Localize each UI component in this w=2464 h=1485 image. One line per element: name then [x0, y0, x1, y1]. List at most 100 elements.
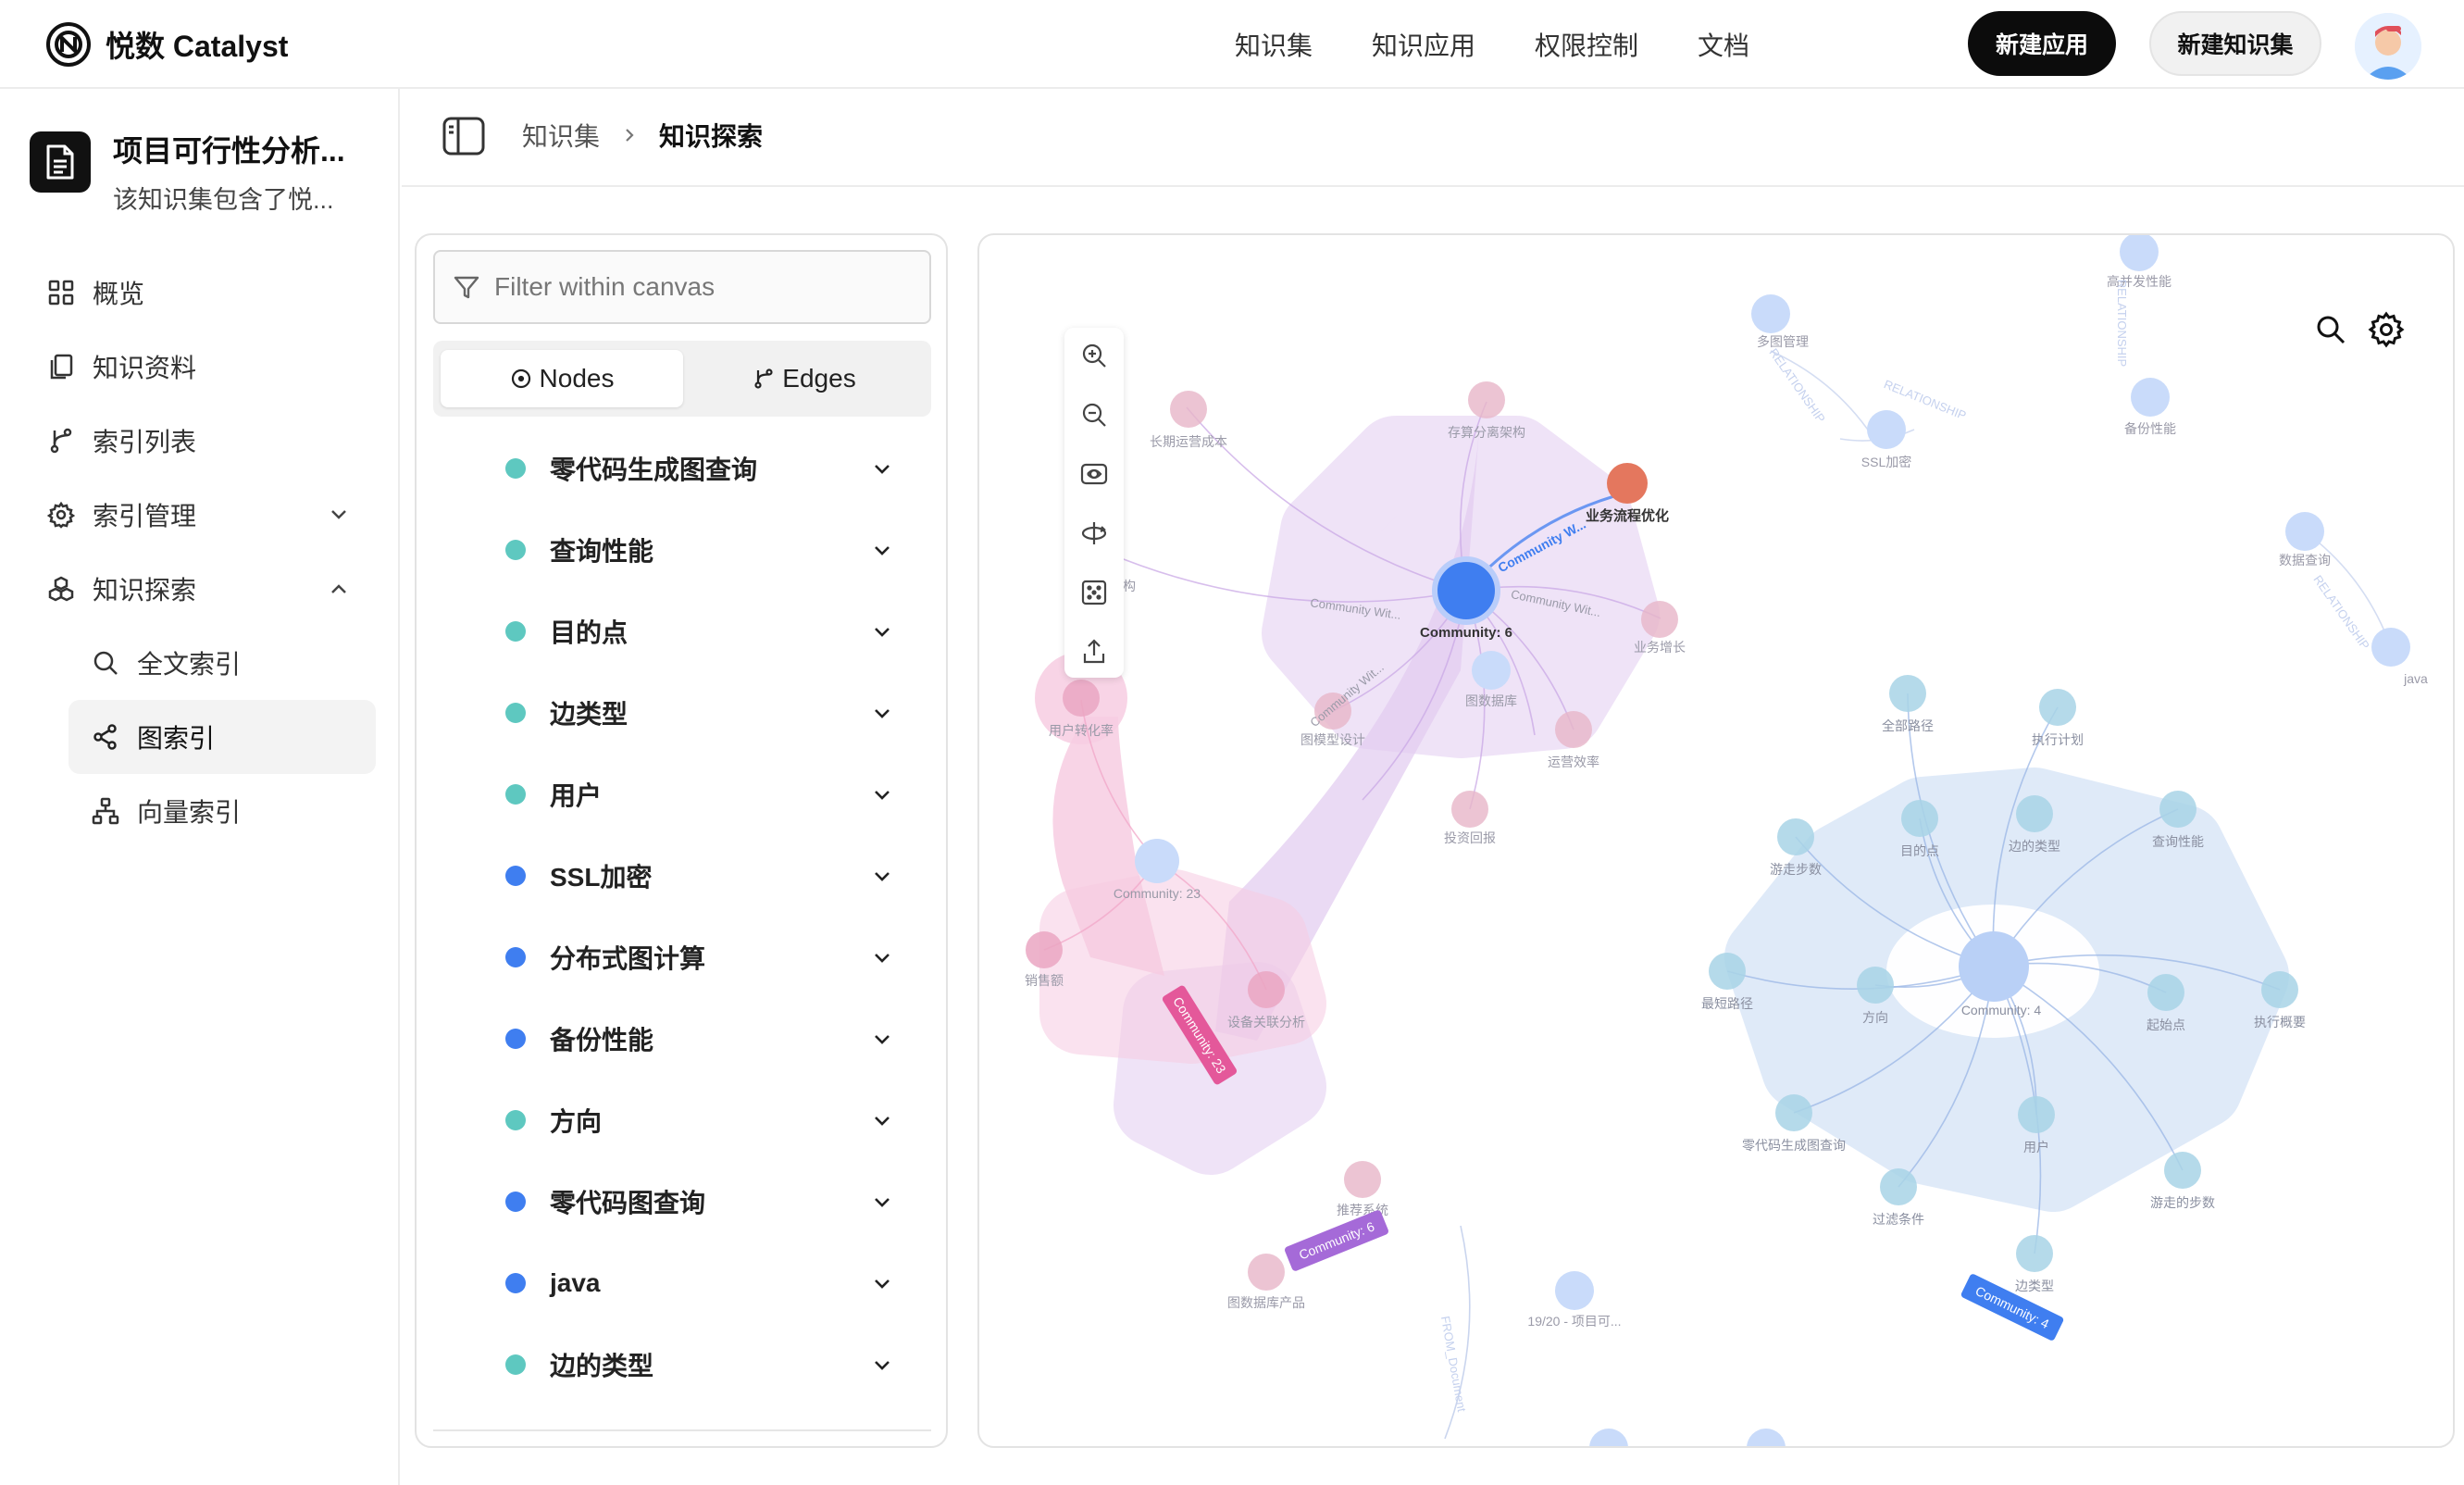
tab-edges[interactable]: Edges	[683, 350, 926, 407]
chevron-down-icon[interactable]	[870, 1109, 894, 1133]
node-filter-item[interactable]: 方向	[417, 1079, 946, 1161]
sidebar-toggle-icon[interactable]	[442, 117, 485, 156]
graph-node-label: 备份性能	[2124, 421, 2176, 436]
nav-permissions[interactable]: 权限控制	[1535, 26, 1638, 63]
graph-node-label: 游走步数	[1770, 862, 1822, 877]
node-filter-label: 查询性能	[550, 537, 654, 566]
avatar[interactable]	[2355, 13, 2421, 80]
divider	[433, 1429, 931, 1431]
node-filter-item[interactable]: 边的类型	[417, 1324, 946, 1405]
graph-node-label: 数据查询	[2279, 553, 2331, 568]
rotate-icon[interactable]	[1079, 518, 1109, 548]
share-icon	[91, 722, 120, 752]
graph-node	[2131, 378, 2170, 417]
document-icon	[30, 131, 91, 193]
chevron-down-icon[interactable]	[870, 865, 894, 889]
chevron-down-icon[interactable]	[870, 620, 894, 644]
sidebar-item-label: 索引管理	[93, 502, 197, 530]
chevron-down-icon[interactable]	[870, 702, 894, 726]
graph-node	[2261, 971, 2298, 1008]
community-23-center-label: Community: 23	[1114, 886, 1201, 901]
graph-node	[1880, 1168, 1917, 1205]
chevron-down-icon[interactable]	[870, 1028, 894, 1052]
node-filter-item[interactable]: 边类型	[417, 672, 946, 754]
nodes-edges-toggle: Nodes Edges	[433, 341, 931, 417]
nav-knowledge-sets[interactable]: 知识集	[1235, 26, 1313, 63]
chevron-down-icon[interactable]	[870, 946, 894, 970]
graph-node-label: 图数据库产品	[1227, 1295, 1305, 1310]
chevron-down-icon	[331, 510, 346, 519]
zoom-in-icon[interactable]	[1079, 341, 1109, 370]
node-filter-label: 边类型	[550, 700, 628, 729]
graph-node-label: 存算分离架构	[1448, 425, 1525, 440]
canvas-settings-icon[interactable]	[2368, 311, 2405, 348]
tab-nodes-label: Nodes	[539, 364, 615, 393]
community-6-center-node	[1432, 556, 1500, 625]
graph-node-label: 销售额	[1025, 973, 1064, 988]
chevron-down-icon[interactable]	[870, 1191, 894, 1215]
fit-view-icon[interactable]	[1079, 459, 1109, 489]
graph-node	[1468, 381, 1505, 418]
tab-nodes[interactable]: Nodes	[441, 350, 683, 407]
community-6-center-label: Community: 6	[1420, 625, 1512, 641]
graph-svg[interactable]: 长期运营成本存算分离架构业务流程优化分布式架构业务增长图模型设计运营效率投资回报…	[979, 235, 2455, 1448]
nav-docs[interactable]: 文档	[1698, 26, 1749, 63]
chevron-down-icon[interactable]	[870, 457, 894, 481]
tab-edges-label: Edges	[782, 364, 856, 393]
graph-node	[1589, 1429, 1628, 1446]
sidebar-item-label: 向量索引	[137, 798, 242, 827]
node-filter-item[interactable]: 零代码图查询	[417, 1161, 946, 1242]
graph-canvas[interactable]: 长期运营成本存算分离架构业务流程优化分布式架构业务增长图模型设计运营效率投资回报…	[977, 233, 2455, 1448]
chevron-down-icon[interactable]	[870, 1272, 894, 1296]
new-app-button[interactable]: 新建应用	[1968, 11, 2116, 76]
community-4-center-node	[1959, 931, 2029, 1002]
graph-node-label: 运营效率	[1548, 755, 1599, 769]
filter-field[interactable]	[433, 250, 931, 324]
graph-node-label: 用户	[2023, 1140, 2049, 1154]
graph-node	[1857, 967, 1894, 1004]
sidebar-item-index-list[interactable]: 索引列表	[0, 404, 400, 478]
graph-node-label: 过滤条件	[1873, 1212, 1924, 1227]
graph-node-label: 最短路径	[1701, 996, 1753, 1011]
sidebar-item-knowledge-explore[interactable]: 知识探索	[0, 552, 400, 626]
chevron-down-icon[interactable]	[870, 783, 894, 807]
graph-node	[1451, 791, 1488, 828]
node-filter-label: 目的点	[550, 618, 628, 647]
sidebar-item-materials[interactable]: 知识资料	[0, 330, 400, 404]
sidebar-item-fulltext-index[interactable]: 全文索引	[0, 626, 400, 700]
graph-node-label: 用户转化率	[1049, 723, 1114, 738]
chevron-down-icon[interactable]	[870, 1354, 894, 1378]
branch-icon	[754, 368, 773, 389]
node-filter-item[interactable]: SSL加密	[417, 835, 946, 917]
new-knowledge-set-button[interactable]: 新建知识集	[2149, 11, 2321, 76]
gear-icon	[46, 500, 76, 530]
node-filter-item[interactable]: 目的点	[417, 591, 946, 672]
node-filter-item[interactable]: 零代码生成图查询	[417, 428, 946, 509]
brand-logo[interactable]: 悦数 Catalyst	[44, 19, 288, 70]
nav-knowledge-apps[interactable]: 知识应用	[1372, 26, 1475, 63]
node-filter-item[interactable]: 备份性能	[417, 998, 946, 1079]
graph-node-label: java	[2403, 671, 2428, 686]
chevron-down-icon[interactable]	[870, 539, 894, 563]
sidebar-item-index-management[interactable]: 索引管理	[0, 478, 400, 552]
node-color-dot	[505, 458, 526, 479]
graph-node	[1555, 1271, 1594, 1310]
node-filter-item[interactable]: 分布式图计算	[417, 917, 946, 998]
breadcrumb-knowledge-sets[interactable]: 知识集	[522, 117, 600, 154]
node-filter-label: SSL加密	[550, 863, 653, 892]
node-filter-item[interactable]: 用户	[417, 754, 946, 835]
node-filter-item[interactable]: java	[417, 1242, 946, 1324]
filter-input[interactable]	[494, 272, 920, 302]
community-6-badge[interactable]: Community: 6	[1284, 1209, 1389, 1272]
export-icon[interactable]	[1079, 637, 1109, 667]
zoom-out-icon[interactable]	[1079, 400, 1109, 430]
canvas-search-icon[interactable]	[2312, 311, 2349, 348]
breadcrumb: 知识集 知识探索	[522, 117, 763, 154]
node-filter-item[interactable]: 查询性能	[417, 509, 946, 591]
random-layout-icon[interactable]	[1079, 578, 1109, 607]
sidebar-item-overview[interactable]: 概览	[0, 256, 400, 330]
sidebar-item-vector-index[interactable]: 向量索引	[0, 774, 400, 848]
top-header: 悦数 Catalyst 知识集 知识应用 权限控制 文档 新建应用 新建知识集	[0, 0, 2464, 89]
sidebar-item-graph-index[interactable]: 图索引	[68, 700, 376, 774]
knowledge-set-card[interactable]: 项目可行性分析... 该知识集包含了悦...	[30, 128, 381, 237]
